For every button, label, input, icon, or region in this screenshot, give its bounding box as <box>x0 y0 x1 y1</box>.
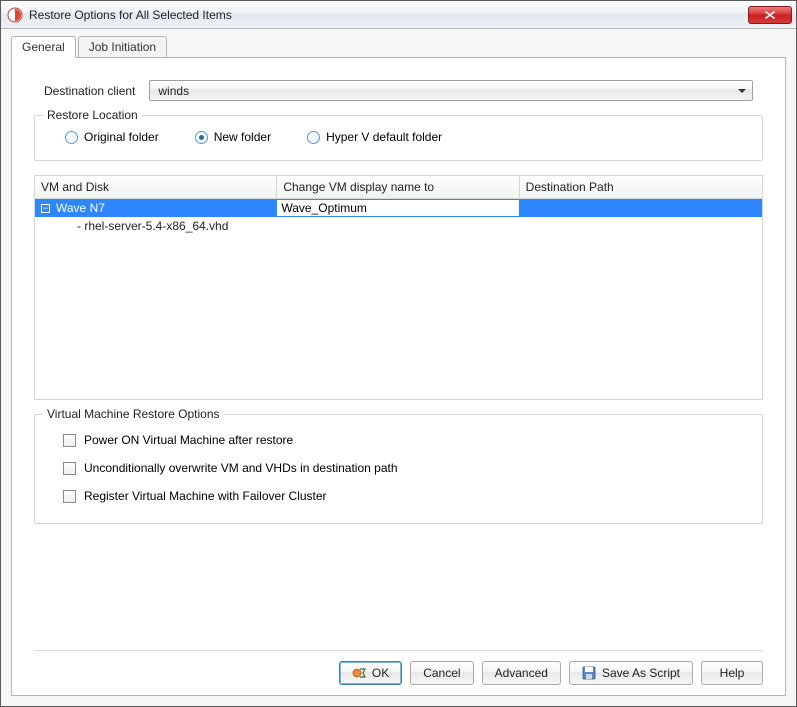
save-script-icon <box>582 666 596 680</box>
chevron-down-icon <box>734 82 750 99</box>
destination-path-cell <box>520 217 762 235</box>
grid-body[interactable]: − Wave N7 - rhel-server-5.4-x86_64.vhd <box>35 199 762 399</box>
checkbox-register-failover[interactable]: Register Virtual Machine with Failover C… <box>63 489 744 503</box>
window-title: Restore Options for All Selected Items <box>29 8 748 22</box>
tab-page-general: Destination client winds Restore Locatio… <box>11 57 786 696</box>
radio-new-folder[interactable]: New folder <box>195 130 271 144</box>
destination-client-row: Destination client winds <box>34 80 763 101</box>
help-button-label: Help <box>720 666 745 680</box>
radio-dot-icon <box>195 131 208 144</box>
radio-new-label: New folder <box>214 130 271 144</box>
checkbox-icon <box>63 490 76 503</box>
ok-icon <box>352 666 366 680</box>
advanced-button[interactable]: Advanced <box>482 661 561 685</box>
close-button[interactable] <box>748 6 792 24</box>
radio-dot-icon <box>307 131 320 144</box>
vm-restore-options-legend: Virtual Machine Restore Options <box>43 407 224 421</box>
destination-client-value: winds <box>158 84 189 98</box>
checkbox-power-on-label: Power ON Virtual Machine after restore <box>84 433 293 447</box>
vm-rename-input[interactable] <box>277 200 518 216</box>
disk-name-text: - rhel-server-5.4-x86_64.vhd <box>41 219 228 233</box>
save-as-script-label: Save As Script <box>602 666 680 680</box>
column-header-destination-path[interactable]: Destination Path <box>520 176 762 199</box>
vm-name-text: Wave N7 <box>56 201 105 215</box>
restore-location-legend: Restore Location <box>43 108 142 122</box>
checkbox-power-on[interactable]: Power ON Virtual Machine after restore <box>63 433 744 447</box>
table-row[interactable]: − Wave N7 <box>35 199 762 217</box>
tab-job-initiation[interactable]: Job Initiation <box>78 36 167 58</box>
disk-name-cell: - rhel-server-5.4-x86_64.vhd <box>35 217 277 235</box>
checkbox-icon <box>63 462 76 475</box>
radio-original-folder[interactable]: Original folder <box>65 130 159 144</box>
tab-general[interactable]: General <box>11 36 76 58</box>
cancel-button-label: Cancel <box>423 666 460 680</box>
client-area: General Job Initiation Destination clien… <box>1 29 796 706</box>
collapse-icon[interactable]: − <box>41 204 50 213</box>
radio-dot-icon <box>65 131 78 144</box>
close-icon <box>765 11 775 19</box>
table-row[interactable]: - rhel-server-5.4-x86_64.vhd <box>35 217 762 235</box>
vm-restore-options-group: Virtual Machine Restore Options Power ON… <box>34 414 763 524</box>
radio-hyperv-default-folder[interactable]: Hyper V default folder <box>307 130 442 144</box>
checkbox-register-label: Register Virtual Machine with Failover C… <box>84 489 327 503</box>
ok-button-label: OK <box>372 666 389 680</box>
restore-location-group: Restore Location Original folder New fol… <box>34 115 763 161</box>
checkbox-overwrite-label: Unconditionally overwrite VM and VHDs in… <box>84 461 398 475</box>
advanced-button-label: Advanced <box>495 666 548 680</box>
vm-name-cell: − Wave N7 <box>35 199 277 217</box>
grid-header: VM and Disk Change VM display name to De… <box>35 176 762 199</box>
checkbox-icon <box>63 434 76 447</box>
checkbox-overwrite[interactable]: Unconditionally overwrite VM and VHDs in… <box>63 461 744 475</box>
app-icon <box>7 7 23 23</box>
ok-button[interactable]: OK <box>339 661 402 685</box>
cancel-button[interactable]: Cancel <box>410 661 473 685</box>
restore-location-radios: Original folder New folder Hyper V defau… <box>53 130 744 144</box>
column-header-change-name[interactable]: Change VM display name to <box>277 176 519 199</box>
help-button[interactable]: Help <box>701 661 763 685</box>
radio-hyperv-label: Hyper V default folder <box>326 130 442 144</box>
column-header-vm-and-disk[interactable]: VM and Disk <box>35 176 277 199</box>
destination-client-dropdown[interactable]: winds <box>149 80 753 101</box>
save-as-script-button[interactable]: Save As Script <box>569 661 693 685</box>
button-bar: OK Cancel Advanced Save <box>34 650 763 685</box>
dialog-window: Restore Options for All Selected Items G… <box>0 0 797 707</box>
rename-cell <box>277 217 519 235</box>
radio-original-label: Original folder <box>84 130 159 144</box>
destination-path-cell <box>520 199 762 217</box>
vm-disk-grid: VM and Disk Change VM display name to De… <box>34 175 763 400</box>
tab-strip: General Job Initiation <box>11 35 786 57</box>
rename-cell <box>277 199 519 217</box>
titlebar: Restore Options for All Selected Items <box>1 1 796 29</box>
destination-client-label: Destination client <box>44 84 135 98</box>
